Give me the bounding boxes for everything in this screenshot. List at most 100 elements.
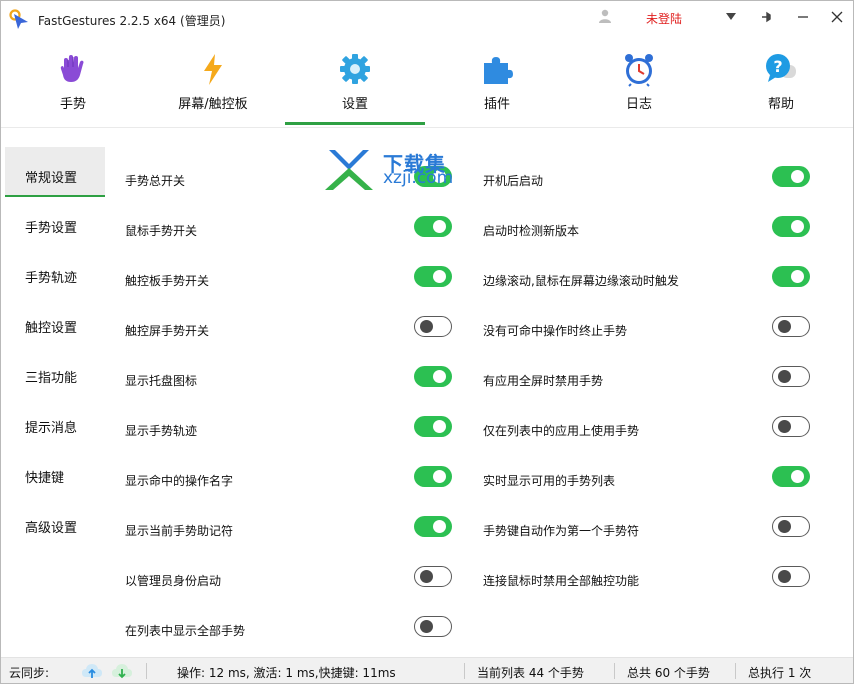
sidebar-item-gesture-trail[interactable]: 手势轨迹	[5, 247, 105, 297]
tab-label: 帮助	[767, 97, 794, 112]
app-window: FastGestures 2.2.5 x64 (管理员) 未登陆 手势 屏幕/触…	[0, 0, 854, 684]
toggle-knob	[791, 220, 804, 233]
toggle-knob	[420, 570, 433, 583]
toggle-switch[interactable]	[414, 366, 452, 387]
status-separator	[464, 663, 465, 679]
setting-row-right: 仅在列表中的应用上使用手势	[483, 416, 812, 442]
setting-label: 启动时检测新版本	[483, 224, 580, 238]
setting-label: 没有可命中操作时终止手势	[483, 324, 628, 338]
tab-plugins[interactable]: 插件	[427, 41, 567, 125]
sidebar-item-label: 快捷键	[25, 471, 65, 486]
dropdown-button[interactable]	[717, 5, 745, 29]
watermark: 下载集 xzji.com	[323, 148, 463, 192]
sidebar-item-label: 触控设置	[25, 321, 78, 336]
status-separator	[614, 663, 615, 679]
toggle-switch[interactable]	[414, 266, 452, 287]
toggle-switch[interactable]	[414, 316, 452, 337]
status-separator	[735, 663, 736, 679]
tab-screen-touchpad[interactable]: 屏幕/触控板	[143, 41, 283, 125]
setting-row-right: 手势键自动作为第一个手势符	[483, 516, 812, 542]
setting-label: 显示当前手势助记符	[125, 524, 234, 538]
toggle-switch[interactable]	[772, 416, 810, 437]
toggle-switch[interactable]	[772, 166, 810, 187]
toggle-switch[interactable]	[414, 616, 452, 637]
setting-row-left: 显示当前手势助记符	[125, 516, 454, 542]
toggle-switch[interactable]	[772, 316, 810, 337]
title-bar: FastGestures 2.2.5 x64 (管理员) 未登陆	[1, 1, 853, 37]
setting-label: 触控屏手势开关	[125, 324, 210, 338]
tab-gestures[interactable]: 手势	[3, 41, 143, 125]
setting-row-right: 开机后启动	[483, 166, 812, 192]
sidebar-item-gesture-settings[interactable]: 手势设置	[5, 197, 105, 247]
sidebar-item-three-finger[interactable]: 三指功能	[5, 347, 105, 397]
puzzle-icon	[484, 57, 513, 84]
sidebar-item-shortcuts[interactable]: 快捷键	[5, 447, 105, 497]
setting-row-left: 显示手势轨迹	[125, 416, 454, 442]
tab-label: 插件	[483, 97, 510, 112]
toggle-knob	[433, 270, 446, 283]
setting-row-left: 鼠标手势开关	[125, 216, 454, 242]
toggle-switch[interactable]	[772, 466, 810, 487]
toggle-knob	[778, 370, 791, 383]
login-status[interactable]: 未登陆	[646, 10, 682, 27]
toggle-knob	[778, 320, 791, 333]
setting-row-right: 没有可命中操作时终止手势	[483, 316, 812, 342]
toggle-switch[interactable]	[414, 216, 452, 237]
execution-count: 总执行 1 次	[748, 666, 812, 680]
hand-icon	[60, 55, 84, 82]
status-separator	[146, 663, 147, 679]
cloud-download-icon[interactable]	[111, 661, 133, 681]
setting-row-right: 边缘滚动,鼠标在屏幕边缘滚动时触发	[483, 266, 812, 292]
setting-label: 实时显示可用的手势列表	[483, 474, 616, 488]
toggle-knob	[791, 170, 804, 183]
total-gesture-count: 总共 60 个手势	[627, 666, 710, 680]
timing-info: 操作: 12 ms, 激活: 1 ms,快捷键: 11ms	[177, 666, 396, 680]
pin-icon	[762, 11, 771, 23]
toggle-switch[interactable]	[772, 516, 810, 537]
user-icon[interactable]	[597, 8, 613, 24]
toggle-switch[interactable]	[772, 216, 810, 237]
setting-label: 显示托盘图标	[125, 374, 198, 388]
setting-label: 边缘滚动,鼠标在屏幕边缘滚动时触发	[483, 274, 679, 288]
setting-row-right: 有应用全屏时禁用手势	[483, 366, 812, 392]
toggle-switch[interactable]	[772, 266, 810, 287]
cloud-sync-label: 云同步:	[9, 666, 50, 680]
toggle-knob	[778, 570, 791, 583]
setting-label: 手势总开关	[125, 174, 186, 188]
download-arrow-icon	[325, 150, 373, 190]
sidebar-item-notifications[interactable]: 提示消息	[5, 397, 105, 447]
alarm-clock-icon	[625, 54, 653, 87]
minimize-button[interactable]	[789, 5, 817, 29]
gear-icon	[340, 54, 370, 84]
toggle-switch[interactable]	[414, 566, 452, 587]
pin-button[interactable]	[753, 5, 781, 29]
sidebar-item-touch-settings[interactable]: 触控设置	[5, 297, 105, 347]
tab-label: 日志	[625, 97, 652, 112]
tab-log[interactable]: 日志	[569, 41, 709, 125]
sidebar-item-label: 提示消息	[25, 421, 78, 436]
caret-down-icon	[726, 13, 736, 20]
setting-label: 仅在列表中的应用上使用手势	[483, 424, 640, 438]
tab-settings[interactable]: 设置	[285, 41, 425, 125]
close-icon	[831, 11, 843, 23]
toggle-switch[interactable]	[414, 416, 452, 437]
toggle-knob	[420, 320, 433, 333]
toggle-switch[interactable]	[772, 366, 810, 387]
status-bar: 云同步: 操作: 12 ms, 激活: 1 ms,快捷键: 11ms 当前列表 …	[1, 657, 853, 683]
tab-help[interactable]: ? 帮助	[711, 41, 851, 125]
toggle-knob	[433, 470, 446, 483]
sidebar-nav: 常规设置 手势设置 手势轨迹 触控设置 三指功能 提示消息 快捷键 高级设置	[5, 147, 105, 547]
close-button[interactable]	[823, 5, 851, 29]
setting-row-left: 触控板手势开关	[125, 266, 454, 292]
sidebar-item-label: 手势轨迹	[25, 271, 78, 286]
toggle-switch[interactable]	[414, 466, 452, 487]
sidebar-item-general[interactable]: 常规设置	[5, 147, 105, 197]
setting-label: 鼠标手势开关	[125, 224, 198, 238]
cloud-upload-icon[interactable]	[81, 661, 103, 681]
setting-row-right: 启动时检测新版本	[483, 216, 812, 242]
toggle-switch[interactable]	[414, 516, 452, 537]
sidebar-item-label: 手势设置	[25, 221, 78, 236]
sidebar-item-advanced[interactable]: 高级设置	[5, 497, 105, 547]
setting-row-left: 显示命中的操作名字	[125, 466, 454, 492]
toggle-switch[interactable]	[772, 566, 810, 587]
